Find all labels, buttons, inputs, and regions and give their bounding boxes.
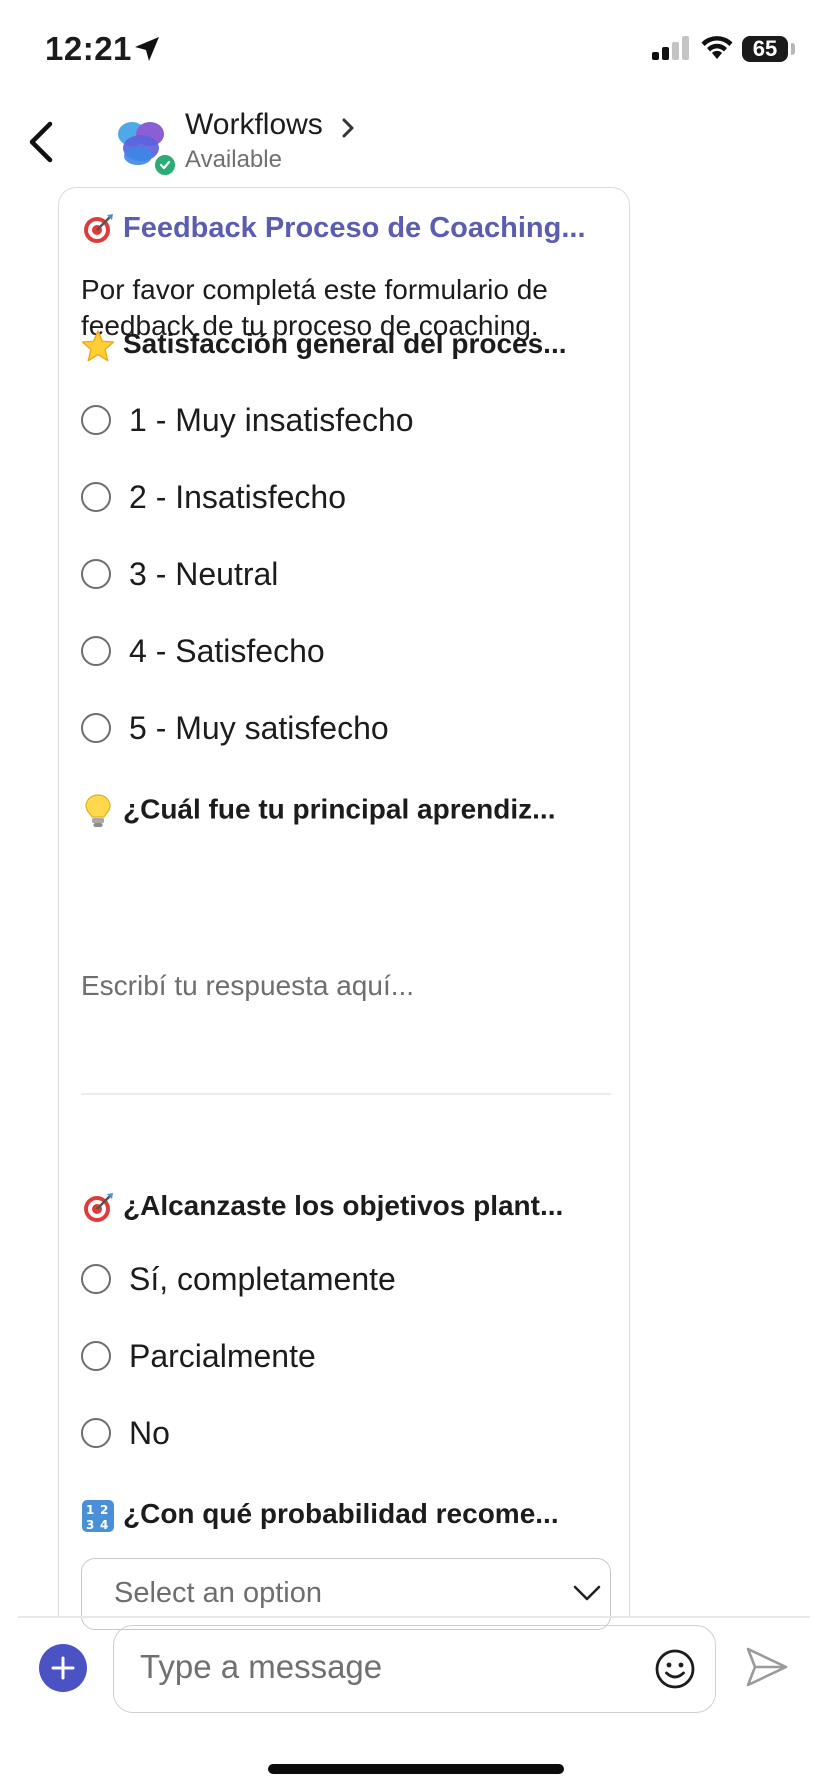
radio-option-label: 4 - Satisfecho bbox=[129, 632, 325, 669]
select-placeholder: Select an option bbox=[114, 1577, 322, 1609]
radio-option[interactable]: 3 - Neutral bbox=[81, 554, 278, 594]
svg-text:4: 4 bbox=[100, 1518, 108, 1532]
form-title-text: Feedback Proceso de Coaching... bbox=[123, 212, 586, 244]
question-recommend-title: 1 2 3 4 ¿Con qué probabilidad recome... bbox=[81, 1498, 611, 1533]
radio-option[interactable]: 1 - Muy insatisfecho bbox=[81, 400, 414, 440]
send-icon[interactable] bbox=[745, 1646, 789, 1688]
radio-button[interactable] bbox=[81, 713, 111, 743]
question-objectives-text: ¿Alcanzaste los objetivos plant... bbox=[123, 1190, 564, 1221]
radio-button[interactable] bbox=[81, 636, 111, 666]
form-card: Feedback Proceso de Coaching... Por favo… bbox=[58, 187, 630, 1630]
home-indicator bbox=[268, 1764, 564, 1774]
svg-text:1: 1 bbox=[86, 1503, 94, 1517]
radio-button[interactable] bbox=[81, 482, 111, 512]
radio-option-label: 1 - Muy insatisfecho bbox=[129, 401, 414, 438]
target-icon bbox=[84, 214, 113, 244]
battery-indicator: 65 bbox=[742, 36, 788, 62]
question-satisfaction-title: Satisfacción general del proces... bbox=[81, 328, 611, 363]
emoji-picker-icon[interactable] bbox=[654, 1648, 696, 1690]
recommend-select[interactable]: Select an option bbox=[81, 1558, 611, 1630]
radio-option[interactable]: 2 - Insatisfecho bbox=[81, 477, 346, 517]
radio-button[interactable] bbox=[81, 1341, 111, 1371]
message-placeholder: Type a message bbox=[140, 1648, 383, 1685]
radio-option-label: 5 - Muy satisfecho bbox=[129, 709, 389, 746]
light-bulb-icon bbox=[85, 794, 111, 827]
battery-cap bbox=[791, 43, 795, 55]
radio-option[interactable]: No bbox=[81, 1413, 170, 1453]
numbers-icon: 1 2 3 4 bbox=[82, 1499, 114, 1532]
target-icon bbox=[84, 1192, 113, 1222]
radio-option-label: Sí, completamente bbox=[129, 1260, 396, 1297]
svg-text:2: 2 bbox=[100, 1503, 108, 1517]
radio-option-label: No bbox=[129, 1414, 170, 1451]
radio-option[interactable]: 4 - Satisfecho bbox=[81, 631, 325, 671]
learning-answer-input[interactable]: Escribí tu respuesta aquí... bbox=[81, 970, 611, 1002]
back-chevron-icon[interactable] bbox=[22, 118, 62, 166]
radio-option-label: Parcialmente bbox=[129, 1337, 316, 1374]
wifi-icon bbox=[701, 36, 733, 59]
message-input[interactable]: Type a message bbox=[113, 1625, 716, 1713]
radio-option-label: 2 - Insatisfecho bbox=[129, 478, 346, 515]
status-time: 12:21 bbox=[45, 30, 132, 67]
form-title[interactable]: Feedback Proceso de Coaching... bbox=[81, 212, 611, 246]
status-bar: 12:21 65 bbox=[0, 0, 828, 100]
header-status: Available bbox=[185, 146, 282, 173]
composer-divider bbox=[18, 1616, 810, 1618]
battery-level-text: 65 bbox=[752, 36, 778, 61]
cellular-signal-icon bbox=[652, 36, 689, 60]
presence-badge bbox=[152, 152, 178, 178]
radio-button[interactable] bbox=[81, 1264, 111, 1294]
radio-option[interactable]: 5 - Muy satisfecho bbox=[81, 708, 389, 748]
star-icon bbox=[81, 329, 115, 361]
chevron-down-icon[interactable] bbox=[572, 1583, 602, 1603]
radio-option-label: 3 - Neutral bbox=[129, 555, 279, 592]
question-objectives-title: ¿Alcanzaste los objetivos plant... bbox=[81, 1190, 611, 1225]
chevron-right-icon[interactable] bbox=[340, 116, 356, 140]
question-learning-title: ¿Cuál fue tu principal aprendiz... bbox=[81, 793, 611, 829]
question-recommend-text: ¿Con qué probabilidad recome... bbox=[123, 1498, 559, 1529]
answer-divider bbox=[81, 1093, 611, 1095]
radio-option[interactable]: Parcialmente bbox=[81, 1336, 316, 1376]
svg-text:3: 3 bbox=[86, 1518, 94, 1532]
radio-button[interactable] bbox=[81, 1418, 111, 1448]
radio-button[interactable] bbox=[81, 405, 111, 435]
location-arrow-icon bbox=[135, 37, 159, 61]
question-satisfaction-text: Satisfacción general del proces... bbox=[123, 328, 567, 359]
check-icon bbox=[159, 160, 171, 170]
header-title[interactable]: Workflows bbox=[185, 108, 323, 142]
plus-icon bbox=[51, 1656, 75, 1680]
question-learning-text: ¿Cuál fue tu principal aprendiz... bbox=[123, 793, 556, 825]
radio-option[interactable]: Sí, completamente bbox=[81, 1259, 396, 1299]
radio-button[interactable] bbox=[81, 559, 111, 589]
add-attachment-button[interactable] bbox=[39, 1644, 87, 1692]
